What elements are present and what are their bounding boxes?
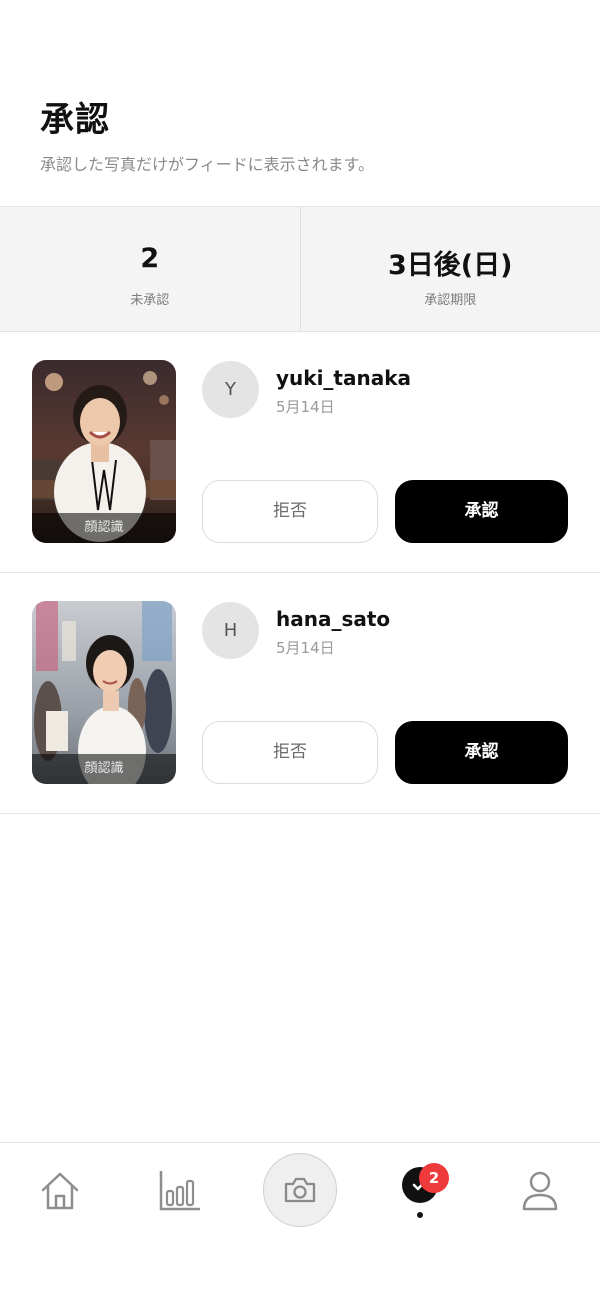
approval-screen: 承認 承認した写真だけがフィードに表示されます。 2 未承認 3日後(日) 承認… <box>0 0 600 1299</box>
stat-deadline: 3日後(日) 承認期限 <box>299 207 600 331</box>
page-subtitle: 承認した写真だけがフィードに表示されます。 <box>40 155 375 174</box>
approve-button[interactable]: 承認 <box>395 721 568 784</box>
username: yuki_tanaka <box>276 366 412 390</box>
photo-thumbnail[interactable]: 顔認識 <box>32 360 176 543</box>
stat-pending: 2 未承認 <box>0 207 300 331</box>
face-recognition-badge: 顔認識 <box>32 513 176 543</box>
camera-icon <box>284 1177 316 1203</box>
home-icon <box>41 1172 79 1210</box>
tab-camera[interactable] <box>263 1153 337 1227</box>
photo-thumbnail[interactable]: 顔認識 <box>32 601 176 784</box>
username: hana_sato <box>276 607 391 631</box>
avatar[interactable]: Y <box>202 361 259 418</box>
face-recognition-badge: 顔認識 <box>32 754 176 784</box>
stat-value: 2 <box>140 243 160 274</box>
page-header: 承認 承認した写真だけがフィードに表示されます。 <box>0 0 600 206</box>
approval-list: 顔認識 Y yuki_tanaka 5月14日 拒否 承認 顔認識 H hana… <box>0 332 600 814</box>
reject-button[interactable]: 拒否 <box>202 721 378 784</box>
request-date: 5月14日 <box>276 398 335 416</box>
tab-stats[interactable] <box>158 1169 202 1269</box>
approve-button[interactable]: 承認 <box>395 480 568 543</box>
bar-chart-icon <box>159 1171 200 1211</box>
page-title: 承認 <box>40 100 110 140</box>
approval-card: 顔認識 H hana_sato 5月14日 拒否 承認 <box>0 573 600 814</box>
tab-home[interactable] <box>38 1169 82 1269</box>
stat-value: 3日後(日) <box>388 250 513 281</box>
bottom-tab-bar: 2 <box>0 1142 600 1299</box>
request-date: 5月14日 <box>276 639 335 657</box>
stats-bar: 2 未承認 3日後(日) 承認期限 <box>0 206 600 332</box>
approval-card: 顔認識 Y yuki_tanaka 5月14日 拒否 承認 <box>0 332 600 573</box>
tab-profile[interactable] <box>518 1169 562 1269</box>
avatar[interactable]: H <box>202 602 259 659</box>
reject-button[interactable]: 拒否 <box>202 480 378 543</box>
stat-label: 承認期限 <box>424 293 477 308</box>
notification-badge: 2 <box>419 1163 449 1193</box>
stat-label: 未承認 <box>130 293 170 308</box>
profile-icon <box>522 1171 558 1211</box>
active-tab-indicator <box>417 1212 423 1218</box>
